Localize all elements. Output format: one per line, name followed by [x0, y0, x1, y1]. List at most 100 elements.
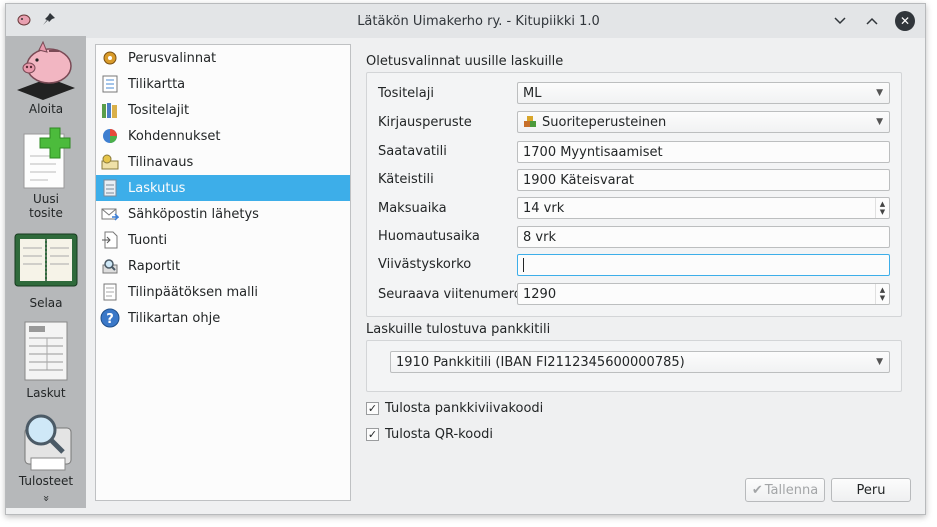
bank-account-select[interactable]: 1910 Pankkitili (IBAN FI2112345600000785… [390, 351, 890, 373]
cancel-button[interactable]: Peru [831, 478, 911, 502]
chevron-down-icon: ▼ [876, 117, 883, 127]
nav-item-tilinpaatos[interactable]: Tilinpäätöksen malli [96, 279, 350, 305]
pie-chart-icon [100, 126, 120, 146]
bank-account-value: 1910 Pankkitili (IBAN FI2112345600000785… [396, 354, 685, 370]
template-icon [100, 282, 120, 302]
chart-of-accounts-icon [100, 74, 120, 94]
checkmark-icon: ✔ [751, 482, 763, 498]
maksuaika-label: Maksuaika [378, 201, 447, 216]
tositelaji-label: Tositelaji [378, 86, 434, 101]
title-bar: Lätäkön Uimakerho ry. - Kitupiikki 1.0 ✕ [6, 4, 925, 38]
box-stack-icon [524, 116, 536, 127]
viitenumero-spinbox[interactable]: 1290 ▲ ▼ [517, 283, 890, 305]
save-button-label: Tallenna [764, 482, 819, 498]
new-document-icon [23, 127, 71, 189]
toolbar-more-icon[interactable]: » [6, 492, 86, 505]
kateistili-label: Käteistili [378, 172, 434, 187]
nav-item-ohje[interactable]: ? Tilikartan ohje [96, 305, 350, 331]
report-icon [100, 256, 120, 276]
expand-more-icon: » [39, 495, 53, 502]
ledger-book-icon [14, 233, 78, 287]
pankkiviivakoodi-checkbox[interactable]: ✓ Tulosta pankkiviivakoodi [366, 401, 543, 416]
saatavatili-label: Saatavatili [378, 144, 447, 159]
coins-icon [100, 152, 120, 172]
nav-item-tilikartta[interactable]: Tilikartta [96, 71, 350, 97]
nav-item-raportit[interactable]: Raportit [96, 253, 350, 279]
nav-item-label: Tilinavaus [128, 154, 194, 170]
spin-arrows-icon[interactable]: ▲ ▼ [875, 284, 889, 304]
invoice-icon [24, 321, 68, 381]
spin-arrows-icon[interactable]: ▲ ▼ [875, 198, 889, 218]
toolbar-selaa[interactable]: Selaa [6, 232, 86, 310]
nav-item-tuonti[interactable]: Tuonti [96, 227, 350, 253]
huomautusaika-label: Huomautusaika [378, 229, 480, 244]
chevron-down-icon: ▼ [876, 88, 883, 98]
nav-item-label: Tuonti [128, 232, 168, 248]
print-preview-icon [24, 414, 72, 471]
defaults-group [366, 72, 902, 317]
maximize-icon[interactable] [863, 12, 881, 30]
toolbar-laskut[interactable]: Laskut [6, 320, 86, 400]
qrkoodi-label: Tulosta QR-koodi [385, 427, 494, 442]
nav-item-laskutus[interactable]: Laskutus [96, 175, 350, 201]
nav-item-tositelajit[interactable]: Tositelajit [96, 97, 350, 123]
text-cursor [523, 258, 524, 272]
binders-icon [100, 100, 120, 120]
close-icon[interactable]: ✕ [895, 11, 915, 31]
minimize-icon[interactable] [831, 12, 849, 30]
nav-item-sahkoposti[interactable]: Sähköpostin lähetys [96, 201, 350, 227]
nav-item-perusvalinnat[interactable]: Perusvalinnat [96, 45, 350, 71]
toolbar-label: Tulosteet [18, 474, 74, 488]
piggy-bank-icon [17, 40, 75, 100]
toolbar-label: Selaa [29, 296, 63, 310]
checkmark-icon: ✓ [366, 428, 379, 441]
nav-item-label: Perusvalinnat [128, 50, 217, 66]
nav-item-tilinavaus[interactable]: Tilinavaus [96, 149, 350, 175]
toolbar-uusi-tosite[interactable]: Uusi tosite [6, 126, 86, 220]
nav-item-label: Tilinpäätöksen malli [128, 284, 258, 300]
nav-item-label: Raportit [128, 258, 181, 274]
toolbar-tulosteet[interactable]: Tulosteet [6, 408, 86, 488]
kirjausperuste-select[interactable]: Suoriteperusteinen ▼ [517, 111, 890, 133]
maksuaika-value: 14 vrk [523, 200, 565, 216]
nav-item-label: Laskutus [128, 180, 186, 196]
svg-text:?: ? [106, 312, 114, 327]
nav-item-label: Tilikartan ohje [128, 310, 221, 326]
checkmark-icon: ✓ [366, 402, 379, 415]
huomautusaika-field[interactable]: 8 vrk [517, 226, 890, 248]
settings-nav-list: Perusvalinnat Tilikartta Tositelajit Koh… [95, 44, 351, 501]
kateistili-value: 1900 Käteisvarat [523, 172, 635, 188]
save-button[interactable]: ✔ Tallenna [745, 478, 825, 502]
cancel-button-label: Peru [856, 482, 886, 498]
toolbar-label: Laskut [26, 386, 66, 400]
saatavatili-value: 1700 Myyntisaamiset [523, 144, 663, 160]
viitenumero-value: 1290 [523, 286, 557, 302]
nav-item-label: Sähköpostin lähetys [128, 206, 259, 222]
nav-item-label: Tositelajit [128, 102, 190, 118]
kateistili-field[interactable]: 1900 Käteisvarat [517, 169, 890, 191]
tositelaji-select[interactable]: ML ▼ [517, 82, 890, 104]
pankkiviivakoodi-label: Tulosta pankkiviivakoodi [385, 401, 544, 416]
kirjausperuste-label: Kirjausperuste [378, 115, 472, 130]
invoice-icon [100, 178, 120, 198]
qrkoodi-checkbox[interactable]: ✓ Tulosta QR-koodi [366, 427, 493, 442]
main-toolbar: Aloita Uusi tosite Selaa Laskut Tulostee… [6, 36, 86, 508]
maksuaika-spinbox[interactable]: 14 vrk ▲ ▼ [517, 197, 890, 219]
nav-item-kohdennukset[interactable]: Kohdennukset [96, 123, 350, 149]
email-send-icon [100, 204, 120, 224]
chevron-down-icon: ▼ [876, 357, 883, 367]
saatavatili-field[interactable]: 1700 Myyntisaamiset [517, 141, 890, 163]
viitenumero-label: Seuraava viitenumero [378, 287, 522, 302]
pin-icon[interactable] [42, 12, 56, 30]
toolbar-aloita[interactable]: Aloita [6, 38, 86, 116]
app-piggy-icon[interactable] [16, 11, 32, 31]
toolbar-label: Aloita [28, 102, 64, 116]
help-icon: ? [100, 308, 120, 328]
nav-item-label: Kohdennukset [128, 128, 221, 144]
toolbar-label: Uusi tosite [29, 192, 63, 220]
tositelaji-value: ML [523, 85, 542, 101]
defaults-section-title: Oletusvalinnat uusille laskuille [366, 54, 564, 69]
window-title: Lätäkön Uimakerho ry. - Kitupiikki 1.0 [357, 13, 600, 29]
viivastyskorko-field[interactable] [517, 254, 890, 276]
kirjausperuste-value: Suoriteperusteinen [542, 114, 667, 130]
